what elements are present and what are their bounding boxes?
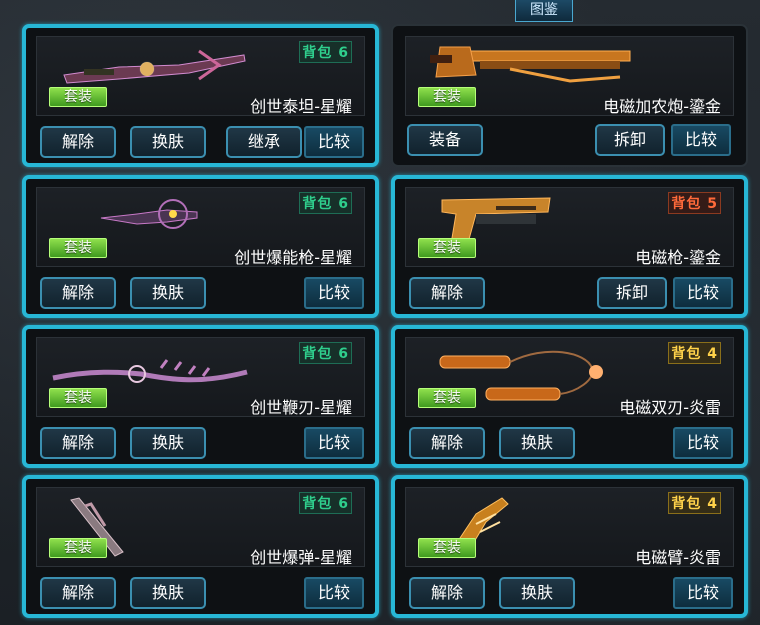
compare-button[interactable]: 比较 (671, 124, 731, 156)
weapon-preview: 背包 6 套装 创世爆能枪-星耀 (36, 187, 365, 267)
weapon-card[interactable]: 套装 电磁加农炮-鎏金 装备 拆卸 比较 (391, 24, 748, 167)
tab-codex[interactable]: 图鉴 (515, 0, 573, 22)
skin-button[interactable]: 换肤 (130, 126, 206, 158)
skin-button[interactable]: 换肤 (130, 277, 206, 309)
weapon-preview: 背包 6 套装 创世泰坦-星耀 (36, 36, 365, 116)
weapon-card[interactable]: 背包 6 套装 创世鞭刃-星耀 解除 换肤 比较 (22, 325, 379, 468)
bag-slot-badge: 背包 6 (299, 492, 352, 514)
compare-button[interactable]: 比较 (673, 427, 733, 459)
dismantle-button[interactable]: 拆卸 (595, 124, 665, 156)
compare-button[interactable]: 比较 (304, 277, 364, 309)
unequip-button[interactable]: 解除 (40, 577, 116, 609)
weapon-preview: 背包 4 套装 电磁臂-炎雷 (405, 487, 734, 567)
unequip-button[interactable]: 解除 (40, 277, 116, 309)
bag-slot-badge: 背包 6 (299, 41, 352, 63)
unequip-button[interactable]: 解除 (409, 427, 485, 459)
skin-button[interactable]: 换肤 (130, 577, 206, 609)
compare-button[interactable]: 比较 (673, 577, 733, 609)
weapon-card[interactable]: 背包 5 套装 电磁枪-鎏金 解除 拆卸 比较 (391, 175, 748, 318)
weapon-preview: 背包 6 套装 创世爆弹-星耀 (36, 487, 365, 567)
weapon-preview: 背包 5 套装 电磁枪-鎏金 (405, 187, 734, 267)
unequip-button[interactable]: 解除 (409, 277, 485, 309)
weapon-name: 创世爆能枪-星耀 (234, 248, 352, 267)
crossbow-icon (63, 49, 246, 84)
compare-button[interactable]: 比较 (304, 427, 364, 459)
unequip-button[interactable]: 解除 (40, 126, 116, 158)
weapon-card[interactable]: 背包 6 套装 创世泰坦-星耀 解除 换肤 继承 比较 (22, 24, 379, 167)
unequip-button[interactable]: 解除 (40, 427, 116, 459)
set-badge: 套装 (49, 538, 107, 558)
equip-button[interactable]: 装备 (407, 124, 483, 156)
bag-slot-badge: 背包 5 (668, 192, 721, 214)
weapon-name: 电磁加农炮-鎏金 (603, 97, 721, 116)
compare-button[interactable]: 比较 (304, 577, 364, 609)
weapon-preview: 背包 6 套装 创世鞭刃-星耀 (36, 337, 365, 417)
railgun-icon (430, 46, 631, 83)
weapon-card[interactable]: 背包 4 套装 电磁双刃-炎雷 解除 换肤 比较 (391, 325, 748, 468)
set-badge: 套装 (418, 87, 476, 107)
weapon-name: 创世爆弹-星耀 (250, 548, 352, 567)
set-badge: 套装 (49, 388, 107, 408)
compare-button[interactable]: 比较 (673, 277, 733, 309)
bag-slot-badge: 背包 6 (299, 342, 352, 364)
weapon-preview: 套装 电磁加农炮-鎏金 (405, 36, 734, 116)
set-badge: 套装 (49, 238, 107, 258)
weapon-card[interactable]: 背包 6 套装 创世爆弹-星耀 解除 换肤 比较 (22, 475, 379, 618)
set-badge: 套装 (418, 538, 476, 558)
compare-button[interactable]: 比较 (304, 126, 364, 158)
weapon-preview: 背包 4 套装 电磁双刃-炎雷 (405, 337, 734, 417)
skin-button[interactable]: 换肤 (499, 577, 575, 609)
unequip-button[interactable]: 解除 (409, 577, 485, 609)
weapon-name: 电磁双刃-炎雷 (619, 398, 721, 417)
weapon-name: 创世鞭刃-星耀 (250, 398, 352, 417)
weapon-name: 电磁臂-炎雷 (635, 548, 721, 567)
set-badge: 套装 (418, 238, 476, 258)
set-badge: 套装 (418, 388, 476, 408)
weapon-card[interactable]: 背包 4 套装 电磁臂-炎雷 解除 换肤 比较 (391, 475, 748, 618)
weapon-name: 电磁枪-鎏金 (635, 248, 721, 267)
bag-slot-badge: 背包 4 (668, 342, 721, 364)
weapon-card[interactable]: 背包 6 套装 创世爆能枪-星耀 解除 换肤 比较 (22, 175, 379, 318)
dismantle-button[interactable]: 拆卸 (597, 277, 667, 309)
skin-button[interactable]: 换肤 (499, 427, 575, 459)
bag-slot-badge: 背包 4 (668, 492, 721, 514)
set-badge: 套装 (49, 87, 107, 107)
weapon-name: 创世泰坦-星耀 (250, 97, 352, 116)
skin-button[interactable]: 换肤 (130, 427, 206, 459)
inherit-button[interactable]: 继承 (226, 126, 302, 158)
bag-slot-badge: 背包 6 (299, 192, 352, 214)
blaster-icon (100, 199, 198, 229)
